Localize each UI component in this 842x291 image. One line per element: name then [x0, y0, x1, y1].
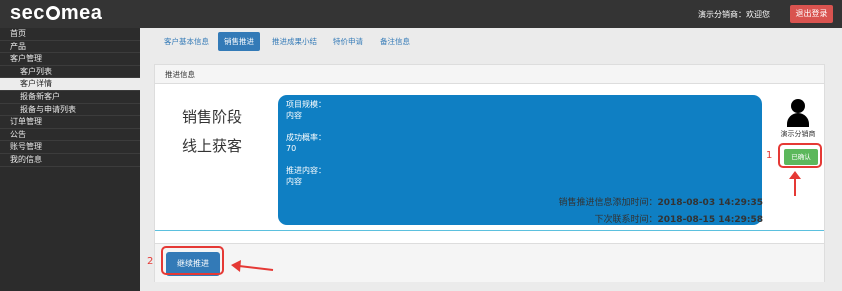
stage-label: 销售阶段 [182, 108, 243, 126]
secomea-logo[interactable]: sec mea [10, 2, 102, 25]
sidebar: 首页 产品 客户管理 客户列表 客户详情 报备新客户 报备与申请列表 订单管理 … [0, 28, 140, 291]
tab-bar: 客户基本信息 销售推进 推进成果小结 特价申请 备注信息 [140, 28, 842, 61]
tab-progress-summary[interactable]: 推进成果小结 [272, 32, 317, 51]
scale-label: 项目规模： [286, 100, 326, 109]
panel-title: 推进信息 [155, 65, 824, 84]
next-contact-row: 下次联系时间：2018-08-15 14:29:58 [155, 212, 764, 228]
sidebar-item-report-new-customer[interactable]: 报备新客户 [0, 91, 140, 104]
next-contact-value: 2018-08-15 14:29:58 [657, 215, 763, 225]
user-avatar-icon [787, 99, 809, 129]
tab-sales-progress[interactable]: 销售推进 [218, 32, 260, 51]
annotation-number-1: 1 [766, 150, 773, 161]
sidebar-item-customer-detail[interactable]: 客户详情 [0, 78, 140, 91]
annotation-box-1 [778, 143, 822, 168]
sidebar-item-report-application-list[interactable]: 报备与申请列表 [0, 104, 140, 117]
sidebar-item-customer-management[interactable]: 客户管理 [0, 53, 140, 66]
sidebar-item-products[interactable]: 产品 [0, 41, 140, 54]
content-value: 内容 [286, 177, 302, 186]
logout-button[interactable]: 退出登录 [790, 5, 833, 23]
tab-basic-info[interactable]: 客户基本信息 [164, 32, 209, 51]
divider [155, 230, 824, 231]
rate-value: 70 [286, 144, 297, 153]
role-label: 演示分销商 [780, 130, 816, 138]
added-time-row: 销售推进信息添加时间：2018-08-03 14:29:35 [155, 195, 764, 211]
tab-remarks[interactable]: 备注信息 [380, 32, 410, 51]
sidebar-item-announcements[interactable]: 公告 [0, 129, 140, 142]
next-contact-label: 下次联系时间： [594, 215, 658, 225]
stage-value: 线上获客 [182, 137, 243, 155]
scale-value: 内容 [286, 111, 302, 120]
sidebar-item-home[interactable]: 首页 [0, 28, 140, 41]
rate-label: 成功概率： [286, 133, 326, 142]
annotation-number-2: 2 [147, 256, 154, 267]
sales-stage: 销售阶段 线上获客 [182, 103, 242, 161]
annotation-box-2 [161, 246, 224, 275]
welcome-text: 演示分销商：欢迎您 [698, 10, 770, 19]
top-bar: sec mea 演示分销商：欢迎您 退出登录 [0, 0, 842, 28]
power-ring-icon [45, 6, 60, 20]
sidebar-item-my-info[interactable]: 我的信息 [0, 154, 140, 167]
sidebar-item-accounts[interactable]: 账号管理 [0, 141, 140, 154]
progress-panel: 推进信息 销售阶段 线上获客 项目规模： 内容 成功概率： 70 推进内容： 内… [154, 64, 825, 282]
content-label: 推进内容： [286, 166, 326, 175]
sidebar-item-orders[interactable]: 订单管理 [0, 116, 140, 129]
annotation-arrow-2-icon [231, 260, 274, 272]
tab-special-price[interactable]: 特价申请 [333, 32, 363, 51]
added-time-value: 2018-08-03 14:29:35 [657, 198, 763, 208]
added-time-label: 销售推进信息添加时间： [558, 198, 658, 208]
annotation-arrow-1-icon [789, 171, 801, 196]
sidebar-item-customer-list[interactable]: 客户列表 [0, 66, 140, 79]
